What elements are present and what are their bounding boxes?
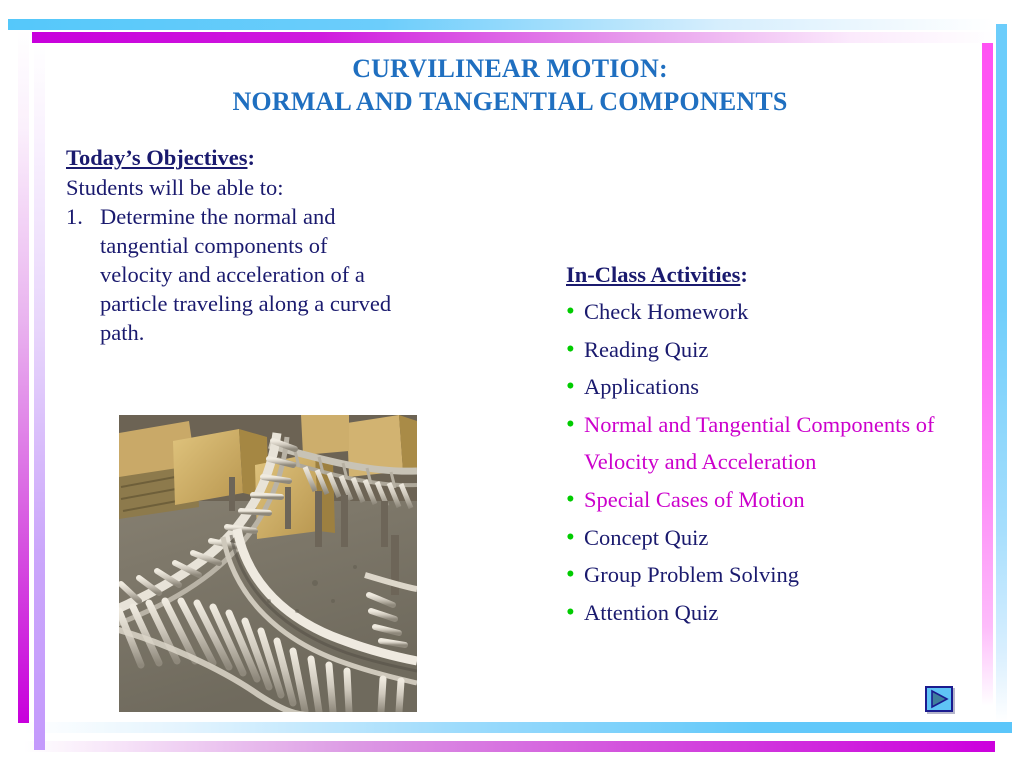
play-triangle-icon [931, 689, 949, 709]
bullet-icon: • [566, 298, 575, 325]
activities-list: • Check Homework • Reading Quiz • Applic… [566, 293, 976, 631]
slide-canvas: CURVILINEAR MOTION: NORMAL AND TANGENTIA… [0, 0, 1020, 765]
decor-bar-bottom-cyan [24, 722, 1012, 733]
list-item: • Normal and Tangential Components of Ve… [566, 406, 976, 481]
list-item: • Attention Quiz [566, 594, 976, 632]
objectives-list: 1. Determine the normal and tangential c… [66, 202, 516, 347]
activities-heading-text: In-Class Activities [566, 262, 741, 287]
bullet-icon: • [566, 373, 575, 401]
list-item: • Reading Quiz [566, 331, 976, 369]
bullet-icon: • [566, 523, 575, 551]
objective-number: 1. [66, 204, 83, 229]
activity-label: Group Problem Solving [584, 562, 800, 588]
list-item: • Applications [566, 368, 976, 406]
slide-title-line-2: NORMAL AND TANGENTIAL COMPONENTS [232, 87, 788, 116]
activity-label: Normal and Tangential Components of Velo… [584, 411, 935, 475]
activity-label: Attention Quiz [584, 599, 719, 625]
activity-label: Concept Quiz [584, 524, 709, 550]
objectives-subheading: Students will be able to: [66, 175, 284, 200]
slide-title: CURVILINEAR MOTION: NORMAL AND TANGENTIA… [60, 52, 960, 118]
decor-bar-top-cyan [8, 19, 996, 30]
activity-label: Special Cases of Motion [584, 486, 805, 512]
activities-heading: In-Class Activities: [566, 258, 976, 291]
decor-bar-left-magenta [18, 30, 29, 723]
decor-bar-top-magenta [32, 32, 995, 43]
conveyor-photo [119, 415, 417, 712]
next-slide-button[interactable] [925, 686, 953, 712]
decor-bar-bottom-magenta [24, 741, 995, 752]
activity-label: Applications [584, 374, 699, 400]
list-item: • Check Homework [566, 293, 976, 331]
bullet-icon: • [566, 598, 575, 626]
decor-bar-right-cyan [996, 24, 1007, 722]
decor-bar-left-purple [34, 43, 45, 750]
objectives-heading-colon: : [247, 145, 255, 170]
activity-label: Reading Quiz [584, 336, 709, 362]
list-item: 1. Determine the normal and tangential c… [66, 202, 516, 347]
bullet-icon: • [566, 561, 575, 589]
objectives-heading: Today’s Objectives: [66, 143, 516, 172]
bullet-icon: • [566, 485, 575, 513]
objective-text: Determine the normal and tangential comp… [100, 204, 392, 345]
activities-section: In-Class Activities: • Check Homework • … [566, 258, 976, 631]
slide-title-line-1: CURVILINEAR MOTION: [352, 54, 668, 83]
objectives-section: Today’s Objectives: Students will be abl… [66, 143, 516, 347]
list-item: • Special Cases of Motion [566, 481, 976, 519]
activities-heading-colon: : [740, 262, 748, 287]
activity-label: Check Homework [584, 299, 749, 324]
bullet-icon: • [566, 335, 575, 363]
decor-bar-right-magenta [982, 43, 993, 706]
bullet-icon: • [566, 410, 575, 438]
objectives-heading-text: Today’s Objectives [66, 145, 248, 170]
list-item: • Group Problem Solving [566, 556, 976, 594]
list-item: • Concept Quiz [566, 519, 976, 557]
